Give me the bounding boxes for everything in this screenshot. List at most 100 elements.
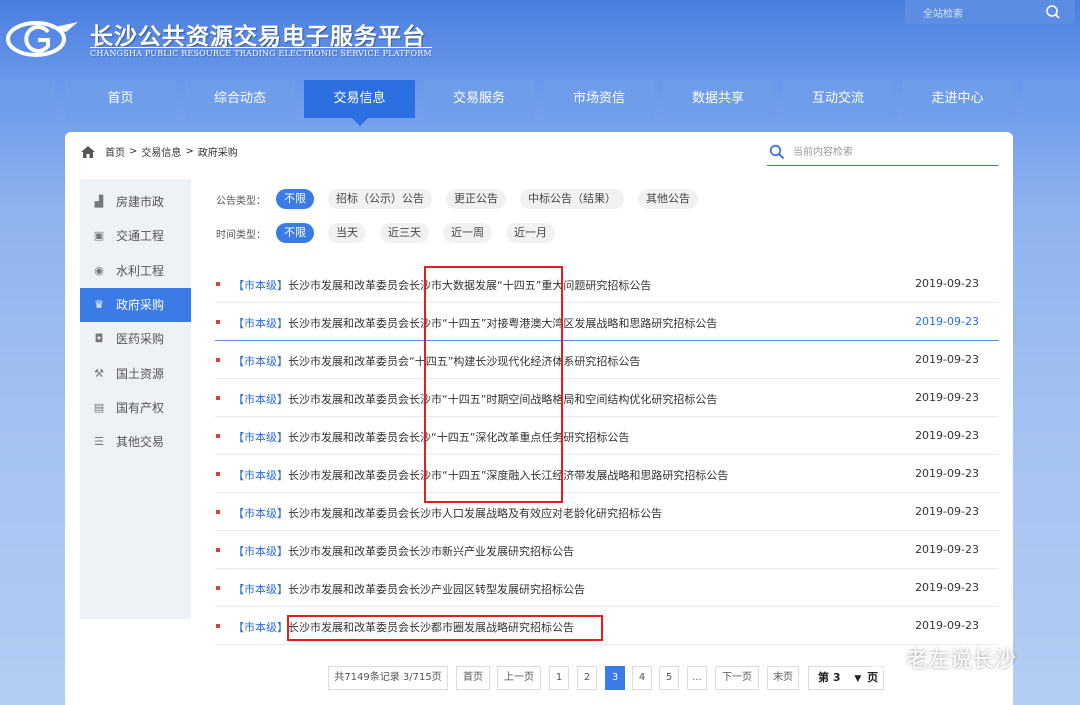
sidebar-item-label: 交通工程 [116, 229, 165, 243]
sidebar-item-land[interactable]: ⚒ 国土资源 [80, 357, 191, 391]
property-icon: ▤ [93, 401, 105, 414]
filter-label: 公告类型： [216, 195, 266, 207]
list-item-date: 2019-09-23 [915, 315, 979, 328]
chevron-down-icon: ▼ [854, 674, 862, 684]
list-item[interactable]: 【市本级】 长沙市发展和改革委员会长沙市人口发展战略及有效应对老龄化研究招标公告… [215, 493, 999, 531]
watermark: 老左说长沙 [860, 641, 1016, 675]
page-jump-value: 第 3 [818, 671, 841, 684]
procurement-icon: ♛ [94, 298, 104, 311]
sidebar-item-construction[interactable]: ▟ 房建市政 [80, 185, 191, 219]
sidebar-item-water[interactable]: ◉ 水利工程 [80, 254, 191, 288]
list-item[interactable]: 【市本级】 长沙市发展和改革委员会“十四五”构建长沙现代化经济体系研究招标公告 … [215, 341, 999, 379]
search-icon[interactable] [769, 144, 785, 160]
breadcrumb-separator: > [185, 146, 194, 157]
list-item[interactable]: 【市本级】 长沙市发展和改革委员会长沙市新兴产业发展研究招标公告 2019-09… [215, 531, 999, 569]
global-search[interactable]: 全站检索 [905, 0, 1075, 24]
bullet-icon [216, 510, 220, 514]
list-item-date: 2019-09-23 [915, 543, 979, 556]
nav-item-trading-info[interactable]: 交易信息 [304, 80, 415, 118]
nav-item-interaction[interactable]: 互动交流 [783, 80, 893, 118]
sidebar-item-medicine[interactable]: ◘ 医药采购 [80, 322, 191, 356]
bus-icon: ▣ [93, 229, 105, 242]
list-item-date: 2019-09-23 [915, 581, 979, 594]
list-item-date: 2019-09-23 [915, 429, 979, 442]
list-item-title[interactable]: 长沙市发展和改革委员会长沙市人口发展战略及有效应对老龄化研究招标公告 [288, 505, 662, 521]
filter-chip[interactable]: 中标公告（结果） [520, 189, 624, 209]
list-item[interactable]: 【市本级】 长沙市发展和改革委员会长沙市大数据发展“十四五”重大问题研究招标公告… [215, 265, 999, 303]
page-button-current[interactable]: 3 [605, 666, 625, 690]
building-icon: ▟ [94, 195, 104, 208]
list-item[interactable]: 【市本级】 长沙市发展和改革委员会长沙市“十四五”深度融入长江经济带发展战略和思… [215, 455, 999, 493]
page-ellipsis: ... [687, 666, 707, 690]
home-icon[interactable] [81, 145, 95, 158]
nav-item-market-credit[interactable]: 市场资信 [544, 80, 654, 118]
list-item-tag: 【市本级】 [233, 279, 288, 292]
bullet-icon [216, 434, 220, 438]
list-item[interactable]: 【市本级】 长沙市发展和改革委员会长沙市“十四五”对接粤港澳大湾区发展战略和思路… [215, 303, 999, 341]
filter-chip[interactable]: 近三天 [380, 223, 429, 243]
nav-item-data-share[interactable]: 数据共享 [663, 80, 773, 118]
watermark-text: 老左说长沙 [906, 648, 1017, 673]
nav-item-news[interactable]: 综合动态 [185, 80, 295, 118]
logo-icon[interactable] [6, 18, 80, 60]
water-icon: ◉ [94, 264, 104, 277]
page-button[interactable]: 5 [659, 666, 679, 690]
sidebar-item-label: 医药采购 [116, 332, 165, 346]
filter-chip[interactable]: 近一月 [506, 223, 555, 243]
annotation-box [424, 266, 563, 503]
site-title: 长沙公共资源交易电子服务平台 [90, 23, 426, 50]
time-filter: 时间类型： 不限 当天 近三天 近一周 近一月 [216, 222, 569, 244]
site-subtitle: CHANGSHA PUBLIC RESOURCE TRADING ELECTRO… [90, 47, 432, 58]
nav-item-trading-service[interactable]: 交易服务 [424, 80, 534, 118]
list-item[interactable]: 【市本级】 长沙市发展和改革委员会长沙“十四五”深化改革重点任务研究招标公告 2… [215, 417, 999, 455]
land-icon: ⚒ [94, 367, 104, 380]
main-nav: 首页 综合动态 交易信息 交易服务 市场资信 数据共享 互动交流 走进中心 [0, 80, 1080, 118]
list-item-tag: 【市本级】 [233, 583, 288, 596]
filter-chip[interactable]: 其他公告 [638, 189, 698, 209]
filter-chip[interactable]: 当天 [328, 223, 366, 243]
filter-chip[interactable]: 不限 [276, 189, 314, 209]
filter-chip[interactable]: 近一周 [443, 223, 492, 243]
list-item-date: 2019-09-23 [915, 353, 979, 366]
site-header: 长沙公共资源交易电子服务平台 CHANGSHA PUBLIC RESOURCE … [0, 0, 1080, 76]
prev-page-button[interactable]: 上一页 [497, 666, 541, 690]
filter-chip[interactable]: 不限 [276, 223, 314, 243]
list-item-date: 2019-09-23 [915, 391, 979, 404]
sidebar-item-other[interactable]: ☰ 其他交易 [80, 425, 191, 459]
bullet-icon [216, 548, 220, 552]
content-search-input[interactable]: 当前内容检索 [793, 143, 853, 158]
nav-item-about[interactable]: 走进中心 [902, 80, 1013, 118]
list-item[interactable]: 【市本级】 长沙市发展和改革委员会长沙市“十四五”时期空间战略格局和空间结构优化… [215, 379, 999, 417]
search-icon[interactable] [1045, 4, 1061, 20]
list-item-title[interactable]: 长沙市发展和改革委员会长沙市新兴产业发展研究招标公告 [288, 543, 574, 559]
sidebar-item-property[interactable]: ▤ 国有产权 [80, 391, 191, 425]
sidebar-item-label: 房建市政 [116, 195, 165, 209]
breadcrumb-trading-info[interactable]: 交易信息 [141, 144, 181, 159]
list-item-title[interactable]: 长沙市发展和改革委员会长沙产业园区转型发展研究招标公告 [288, 581, 585, 597]
list-item-date: 2019-09-23 [915, 277, 979, 290]
sidebar-item-transport[interactable]: ▣ 交通工程 [80, 219, 191, 253]
nav-edge-left [0, 80, 55, 118]
sidebar-item-procurement[interactable]: ♛ 政府采购 [80, 288, 191, 322]
bullet-icon [216, 396, 220, 400]
page-button[interactable]: 1 [549, 666, 569, 690]
next-page-button[interactable]: 下一页 [715, 666, 759, 690]
breadcrumb-home[interactable]: 首页 [105, 144, 125, 159]
page-button[interactable]: 4 [632, 666, 652, 690]
list-item-tag: 【市本级】 [233, 431, 288, 444]
list-item[interactable]: 【市本级】 长沙市发展和改革委员会长沙产业园区转型发展研究招标公告 2019-0… [215, 569, 999, 607]
content-search[interactable]: 当前内容检索 [767, 140, 998, 166]
filter-chip[interactable]: 更正公告 [446, 189, 506, 209]
notice-type-filter: 公告类型： 不限 招标（公示）公告 更正公告 中标公告（结果） 其他公告 [216, 188, 712, 210]
nav-item-home[interactable]: 首页 [65, 80, 176, 118]
breadcrumb-current: 政府采购 [197, 148, 238, 159]
first-page-button[interactable]: 首页 [456, 666, 490, 690]
sidebar-item-label: 国有产权 [116, 401, 165, 415]
page-button[interactable]: 2 [577, 666, 597, 690]
filter-chip[interactable]: 招标（公示）公告 [328, 189, 432, 209]
breadcrumb: 首页 > 交易信息 > 政府采购 [81, 144, 238, 159]
list-item-date: 2019-09-23 [915, 619, 979, 632]
last-page-button[interactable]: 末页 [767, 666, 799, 690]
global-search-input[interactable]: 全站检索 [923, 5, 963, 20]
bullet-icon [216, 282, 220, 286]
